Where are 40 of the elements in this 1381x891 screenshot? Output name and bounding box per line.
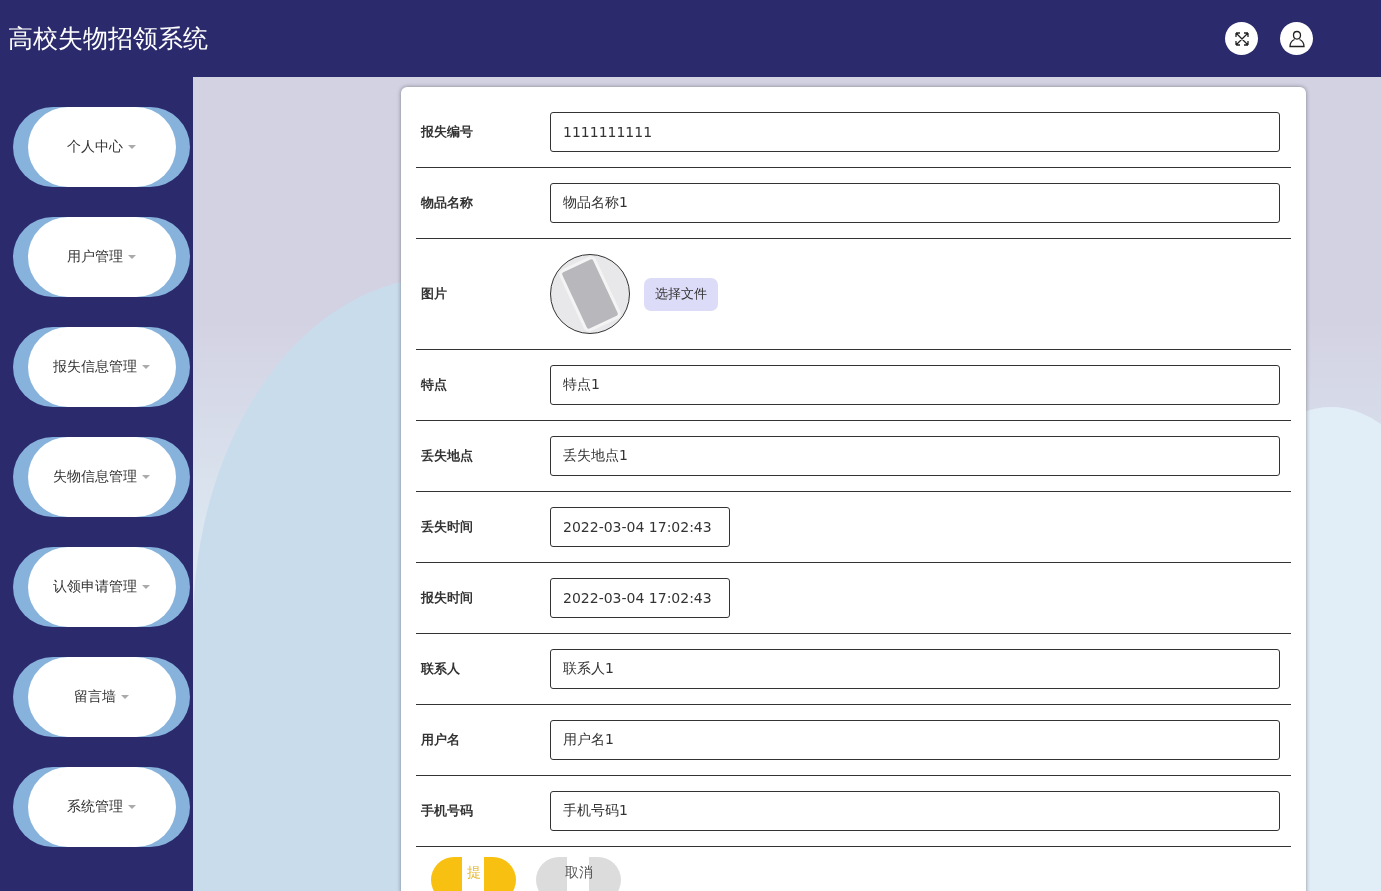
field-label: 联系人 xyxy=(420,660,461,678)
menu-item[interactable]: 系统管理 xyxy=(27,767,176,847)
input-field[interactable]: 用户名1 xyxy=(550,720,1280,760)
date-field[interactable]: 2022-03-04 17:02:43 xyxy=(550,578,730,618)
menu-item[interactable]: 留言墙 xyxy=(27,657,176,737)
fullscreen-button[interactable] xyxy=(1225,22,1258,55)
field-label: 报失时间 xyxy=(419,589,474,607)
input-field[interactable]: 手机号码1 xyxy=(550,791,1280,831)
cancel-button[interactable]: 取消 xyxy=(536,857,621,891)
input-field[interactable]: 特点1 xyxy=(550,365,1280,405)
menu-item[interactable]: 报失信息管理 xyxy=(27,327,176,407)
choose-file-button[interactable]: 选择文件 xyxy=(644,277,718,311)
field-label: 图片 xyxy=(420,285,448,303)
field-label: 丢失时间 xyxy=(420,518,474,536)
caret-icon xyxy=(142,475,150,479)
caret-icon xyxy=(128,255,136,259)
user-button[interactable] xyxy=(1280,22,1313,55)
field-label: 物品名称 xyxy=(420,194,474,212)
menu-item[interactable]: 失物信息管理 xyxy=(27,437,176,517)
app-title: 高校失物招领系统 xyxy=(8,23,208,55)
field-label: 报失编号 xyxy=(419,123,474,141)
caret-icon xyxy=(142,365,150,369)
field-label: 特点 xyxy=(420,376,448,394)
caret-icon xyxy=(128,805,136,809)
input-field[interactable]: 物品名称1 xyxy=(550,183,1280,223)
menu-item[interactable]: 认领申请管理 xyxy=(27,547,176,627)
menu-item[interactable]: 用户管理 xyxy=(27,217,176,297)
date-field[interactable]: 2022-03-04 17:02:43 xyxy=(550,507,730,547)
input-field[interactable]: 丢失地点1 xyxy=(550,436,1280,476)
menu-item[interactable]: 个人中心 xyxy=(27,107,176,187)
input-field[interactable]: 联系人1 xyxy=(550,649,1280,689)
expand-icon xyxy=(1233,30,1250,47)
caret-icon xyxy=(121,695,129,699)
caret-icon xyxy=(142,585,150,589)
caret-icon xyxy=(128,145,136,149)
field-label: 丢失地点 xyxy=(420,447,474,465)
input-field[interactable]: 1111111111 xyxy=(550,112,1280,152)
user-icon xyxy=(1287,29,1306,48)
field-label: 手机号码 xyxy=(420,802,474,820)
field-label: 用户名 xyxy=(420,731,461,749)
